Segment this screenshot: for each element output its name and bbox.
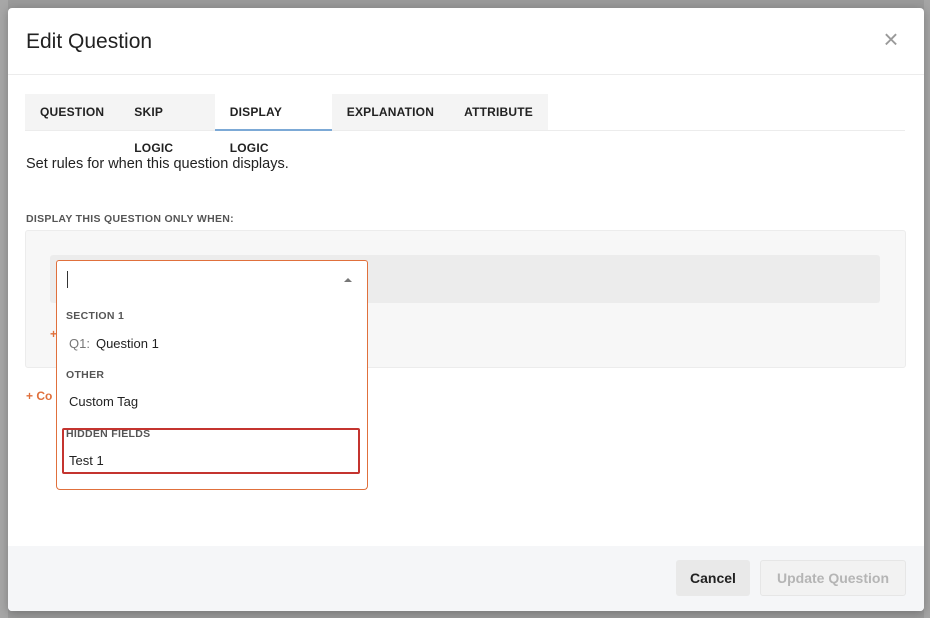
tab-display-logic[interactable]: DISPLAY LOGIC [214,94,332,155]
group-header-other: OTHER [66,369,105,381]
modal-footer: Cancel Update Question [8,546,924,611]
cancel-button[interactable]: Cancel [676,560,750,596]
option-label: Question 1 [95,336,159,351]
chevron-up-icon[interactable] [344,278,352,282]
tab-question[interactable]: QUESTION [25,94,119,130]
background-right [924,0,930,618]
text-cursor [67,271,68,288]
edit-question-modal: Edit Question × QUESTION SKIP LOGIC DISP… [8,8,924,611]
tab-skip-logic[interactable]: SKIP LOGIC [119,94,214,155]
group-header-section-1: SECTION 1 [66,310,125,322]
tab-strip: QUESTION SKIP LOGIC DISPLAY LOGIC EXPLAN… [25,94,548,155]
intro-text: Set rules for when this question display… [26,156,289,172]
modal-title: Edit Question [26,30,153,53]
option-question-1[interactable]: Q1: Question 1 [69,336,159,351]
tab-bar: QUESTION SKIP LOGIC DISPLAY LOGIC EXPLAN… [25,94,905,155]
option-test-1[interactable]: Test 1 [69,453,104,468]
option-custom-tag[interactable]: Custom Tag [69,394,138,409]
group-header-hidden-fields: HIDDEN FIELDS [66,428,151,440]
modal-header: Edit Question × [8,8,924,75]
close-icon[interactable]: × [880,26,902,52]
tab-attribute[interactable]: ATTRIBUTE [449,94,548,130]
condition-header: DISPLAY THIS QUESTION ONLY WHEN: [26,213,234,225]
option-prefix: Q1: [69,336,90,351]
condition-dropdown-menu: SECTION 1 Q1: Question 1 OTHER Custom Tag… [56,296,368,490]
update-question-button[interactable]: Update Question [760,560,906,596]
tab-explanation[interactable]: EXPLANATION [332,94,449,130]
add-condition-group-link[interactable]: + Co [26,389,52,403]
condition-select-input[interactable] [56,260,368,297]
background-left [0,0,8,618]
